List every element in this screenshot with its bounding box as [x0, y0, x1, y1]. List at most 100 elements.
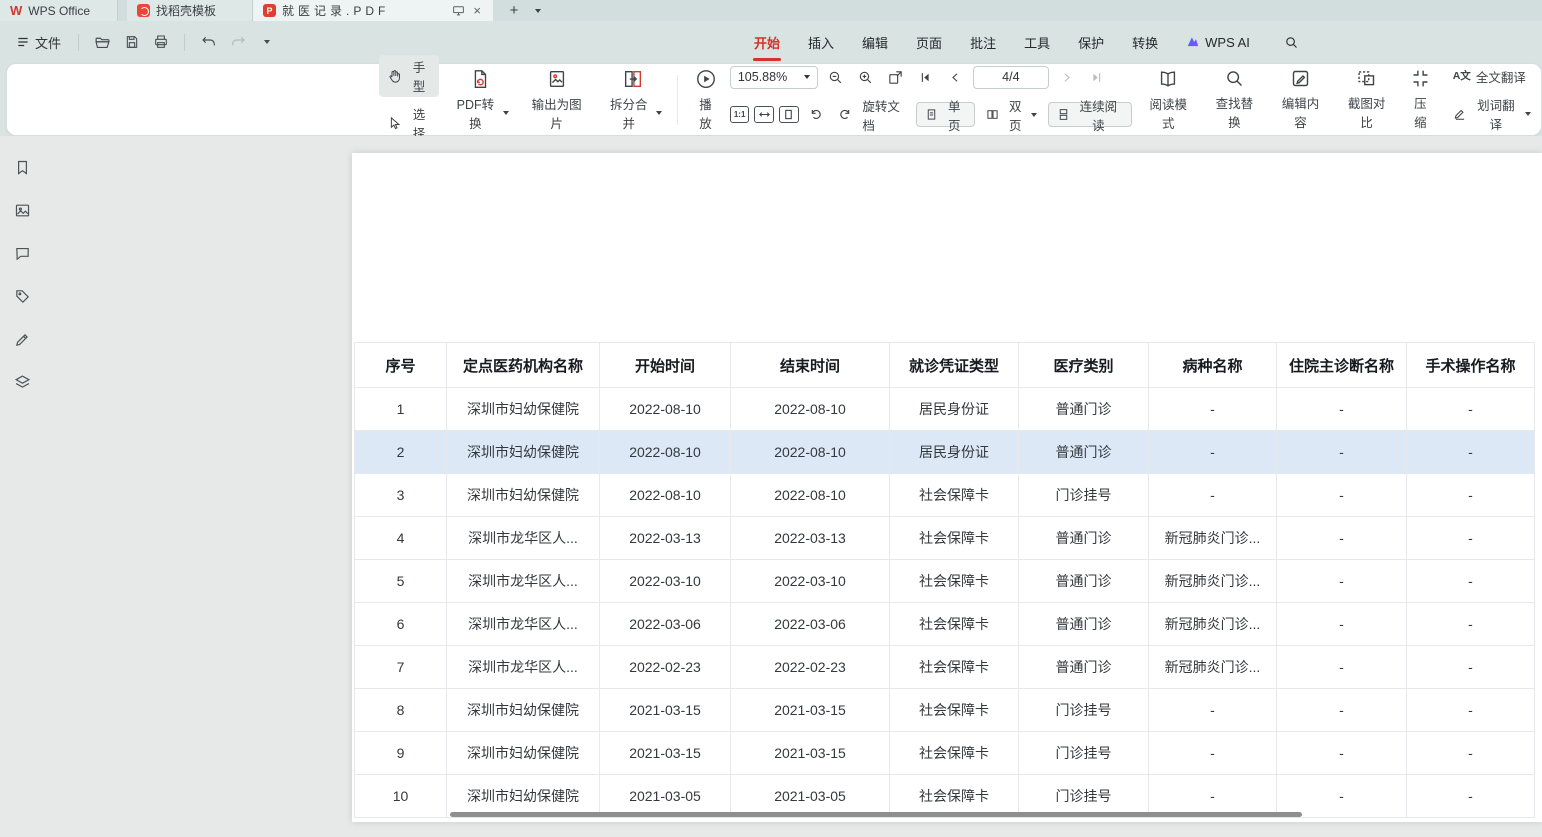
docer-icon: [137, 4, 150, 17]
comment-panel-button[interactable]: [9, 242, 35, 264]
print-button[interactable]: [148, 30, 173, 55]
menu-search-icon[interactable]: [1270, 21, 1313, 63]
table-cell: -: [1277, 560, 1407, 603]
rotate-doc-label: 旋转文档: [862, 96, 911, 134]
rotate-right-button[interactable]: [833, 103, 857, 126]
last-page-button[interactable]: [1084, 66, 1109, 89]
tab-list-chevron-icon[interactable]: [527, 0, 549, 21]
table-cell: 2022-02-23: [600, 646, 731, 689]
chevron-down-icon: [503, 111, 509, 115]
layers-panel-button[interactable]: [9, 371, 35, 393]
rotate-left-icon: [808, 107, 824, 123]
table-cell: 2022-03-10: [600, 560, 731, 603]
menu-tools[interactable]: 工具: [1010, 21, 1064, 63]
play-button[interactable]: 播放: [688, 66, 723, 134]
tab-docer[interactable]: 找稻壳模板: [127, 0, 253, 21]
table-row: 5深圳市龙华区人...2022-03-102022-03-10社会保障卡普通门诊…: [355, 560, 1535, 603]
first-page-button[interactable]: [913, 66, 938, 89]
table-cell: -: [1277, 603, 1407, 646]
table-cell: -: [1407, 474, 1535, 517]
edit-content-icon: [1290, 68, 1311, 89]
table-cell: 门诊挂号: [1019, 732, 1149, 775]
table-cell: 2022-03-10: [731, 560, 890, 603]
menu-comment[interactable]: 批注: [956, 21, 1010, 63]
tab-document[interactable]: P 就医记录.PDF ×: [253, 0, 493, 21]
table-cell: 深圳市龙华区人...: [447, 646, 600, 689]
fit-window-button[interactable]: [883, 66, 908, 89]
new-tab-button[interactable]: +: [501, 0, 527, 21]
save-button[interactable]: [119, 30, 144, 55]
find-replace-button[interactable]: 查找替换: [1205, 66, 1264, 133]
table-cell: 2022-08-10: [600, 388, 731, 431]
pdf-convert-button[interactable]: PDF转换: [446, 66, 514, 134]
table-header-cell: 结束时间: [731, 343, 890, 388]
fit-page-button[interactable]: [779, 106, 799, 123]
screenshot-compare-button[interactable]: 截图对比: [1337, 66, 1396, 133]
actual-size-button[interactable]: 1:1: [730, 106, 750, 123]
image-icon: [14, 202, 31, 219]
fit-width-button[interactable]: [754, 106, 774, 123]
table-cell: 普通门诊: [1019, 560, 1149, 603]
ribbon-toolbar: 手型 选择 PDF转换 输出为图片 拆分合并 播放: [6, 63, 1542, 136]
prev-page-button[interactable]: [943, 66, 968, 89]
table-header-cell: 序号: [355, 343, 447, 388]
menu-convert[interactable]: 转换: [1118, 21, 1172, 63]
signature-panel-button[interactable]: [9, 328, 35, 350]
double-page-button[interactable]: 双页: [980, 102, 1043, 127]
edit-content-button[interactable]: 编辑内容: [1271, 66, 1330, 133]
table-cell: -: [1407, 775, 1535, 818]
export-image-icon: [546, 68, 568, 90]
rotate-left-button[interactable]: [804, 103, 828, 126]
comment-icon: [14, 245, 31, 262]
next-page-button[interactable]: [1054, 66, 1079, 89]
zoom-out-button[interactable]: [823, 66, 848, 89]
table-cell: 10: [355, 775, 447, 818]
tab-wps-home[interactable]: W WPS Office: [0, 0, 118, 21]
document-workspace: 序号 定点医药机构名称 开始时间 结束时间 就诊凭证类型 医疗类别 病种名称 住…: [0, 136, 1542, 837]
undo-button[interactable]: [196, 30, 221, 55]
table-cell: 新冠肺炎门诊...: [1149, 560, 1277, 603]
table-header-cell: 手术操作名称: [1407, 343, 1535, 388]
menu-wps-ai[interactable]: WPS AI: [1172, 21, 1264, 63]
tag-panel-button[interactable]: [9, 285, 35, 307]
split-merge-button[interactable]: 拆分合并: [599, 66, 667, 134]
history-chevron-icon[interactable]: [254, 30, 279, 55]
zoom-in-button[interactable]: [853, 66, 878, 89]
read-mode-button[interactable]: 阅读模式: [1139, 66, 1198, 134]
compress-button[interactable]: 压缩: [1403, 66, 1438, 133]
search-icon: [1224, 68, 1245, 89]
hand-tool-button[interactable]: 手型: [379, 55, 439, 97]
menu-edit[interactable]: 编辑: [848, 21, 902, 63]
thumbnail-panel-button[interactable]: [9, 199, 35, 221]
export-image-label: 输出为图片: [526, 94, 587, 132]
table-cell: 2021-03-15: [731, 732, 890, 775]
open-file-button[interactable]: [90, 30, 115, 55]
file-menu-button[interactable]: 文件: [10, 29, 67, 56]
table-cell: 深圳市妇幼保健院: [447, 732, 600, 775]
menu-home[interactable]: 开始: [740, 21, 794, 63]
redo-button[interactable]: [225, 30, 250, 55]
zoom-select[interactable]: 105.88%: [730, 66, 818, 89]
export-image-button[interactable]: 输出为图片: [521, 66, 592, 134]
bookmark-panel-button[interactable]: [9, 156, 35, 178]
hand-tool-label: 手型: [407, 57, 431, 95]
word-translation-button[interactable]: 划词翻译: [1445, 93, 1539, 135]
table-cell: 9: [355, 732, 447, 775]
tag-icon: [14, 288, 31, 305]
continuous-read-button[interactable]: 连续阅读: [1048, 102, 1131, 127]
page-indicator-input[interactable]: 4/4: [973, 66, 1049, 89]
horizontal-scrollbar[interactable]: [450, 812, 1302, 817]
close-tab-icon[interactable]: ×: [471, 3, 483, 18]
table-cell: 社会保障卡: [890, 517, 1019, 560]
single-page-icon: [925, 108, 938, 121]
table-cell: -: [1149, 388, 1277, 431]
continuous-read-label: 连续阅读: [1074, 96, 1122, 134]
menu-protect[interactable]: 保护: [1064, 21, 1118, 63]
full-translation-button[interactable]: A文 全文翻译: [1445, 65, 1539, 88]
table-cell: 门诊挂号: [1019, 474, 1149, 517]
monitor-icon[interactable]: [452, 4, 465, 17]
menu-insert[interactable]: 插入: [794, 21, 848, 63]
menu-page[interactable]: 页面: [902, 21, 956, 63]
divider: [184, 34, 185, 51]
single-page-button[interactable]: 单页: [916, 102, 975, 127]
